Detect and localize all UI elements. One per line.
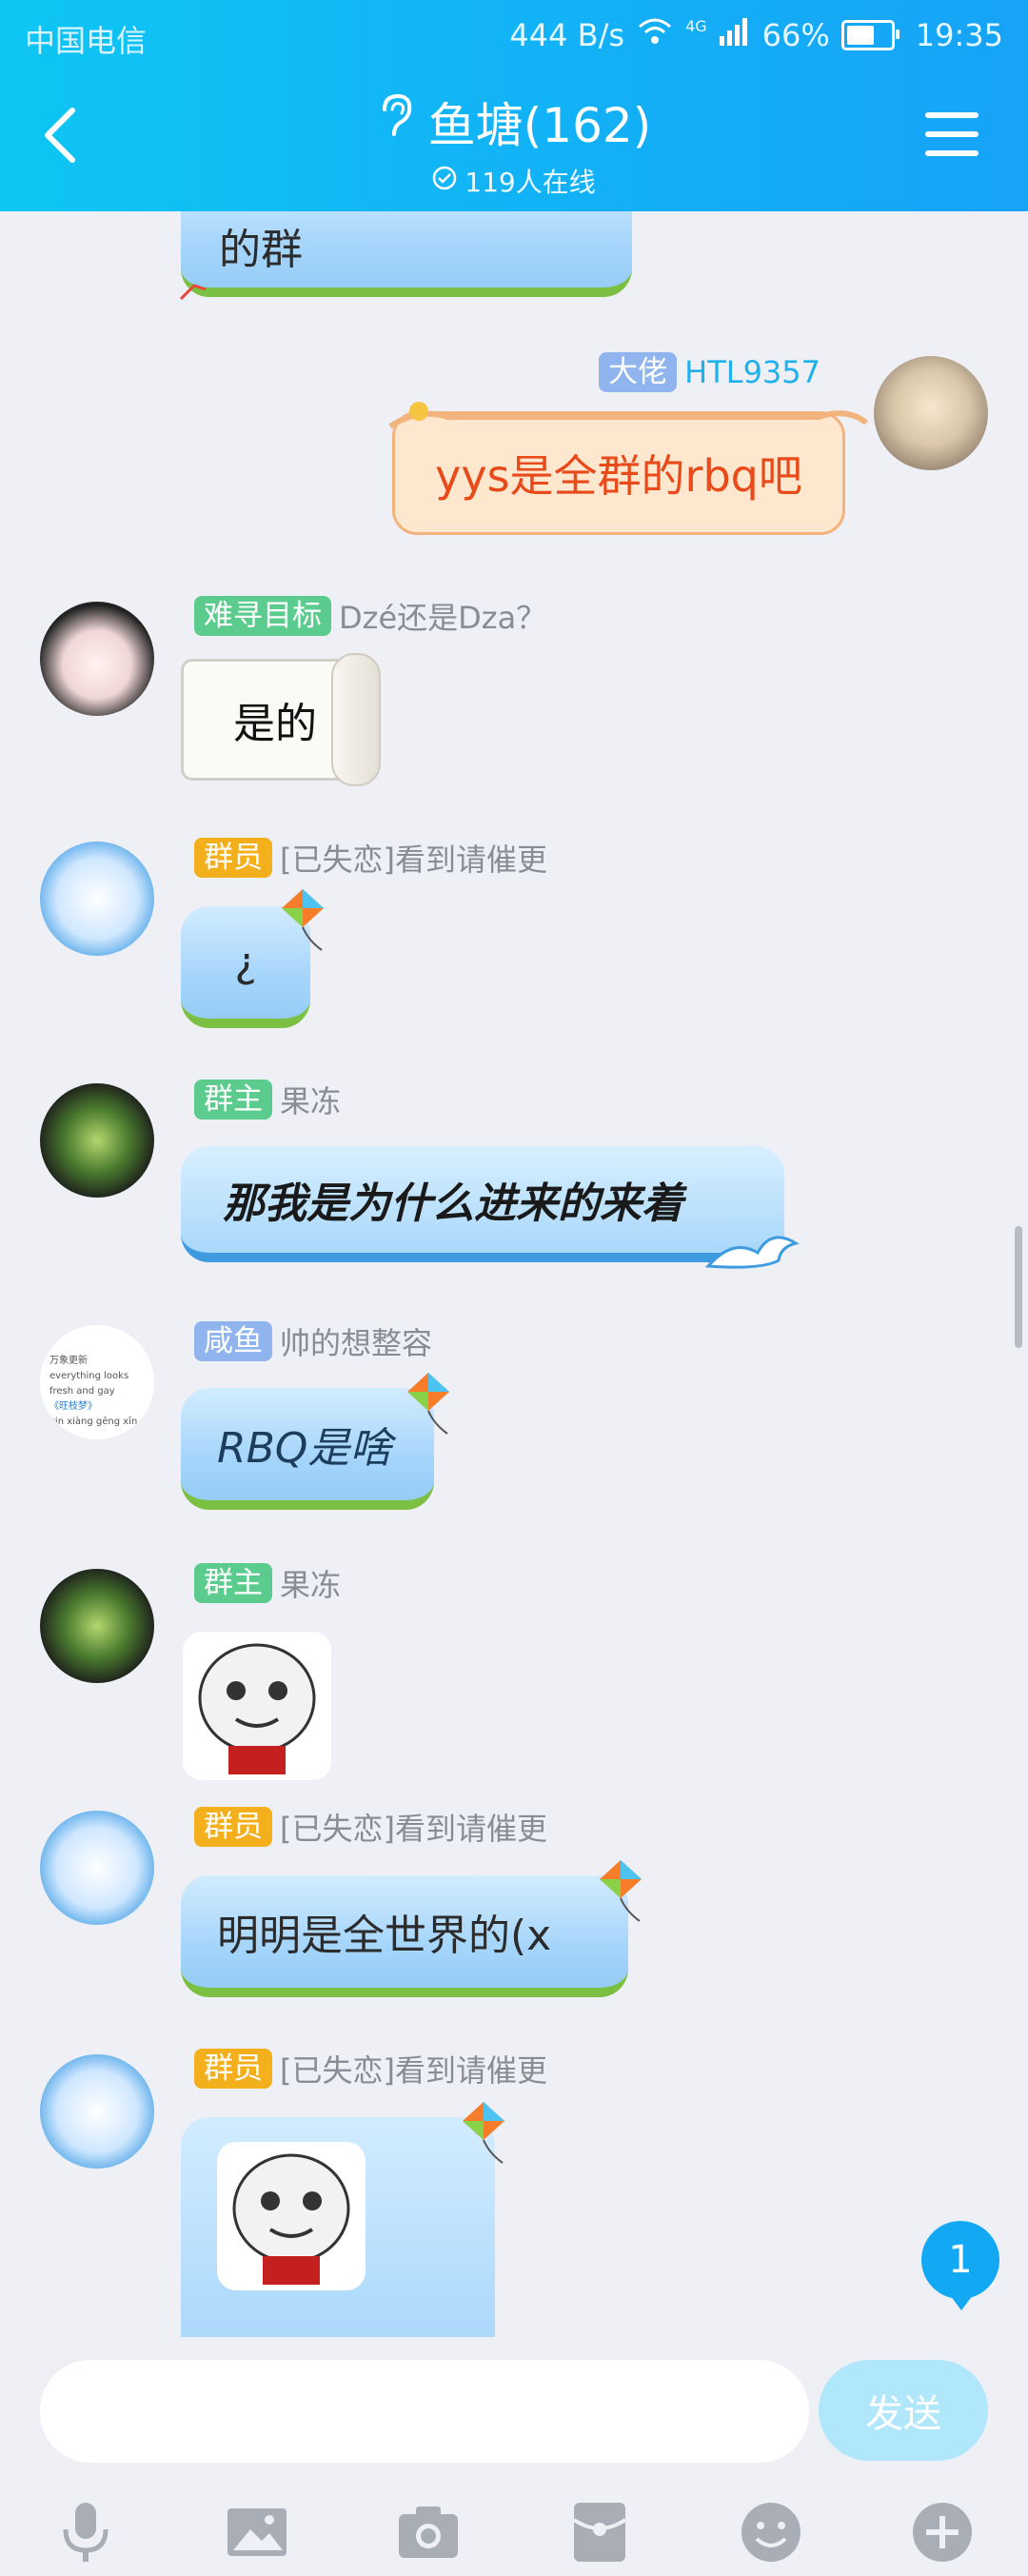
signal-icon <box>719 17 751 53</box>
image-icon[interactable] <box>224 2499 290 2566</box>
message-text: RBQ是啥 <box>217 1424 392 1473</box>
role-tag: 咸鱼 <box>194 1321 272 1361</box>
message-text: ¿ <box>234 938 257 987</box>
sender-name: [已失恋]看到请催更 <box>280 2052 547 2089</box>
avatar[interactable] <box>40 1569 154 1683</box>
online-count: 119人在线 <box>465 167 596 198</box>
kite-icon <box>463 2102 504 2164</box>
sender-info: 群员 [已失恋]看到请催更 <box>194 1805 547 1849</box>
role-tag: 群主 <box>194 1563 272 1603</box>
sender-name: 果冻 <box>280 1567 342 1603</box>
kite-icon <box>407 1373 449 1435</box>
avatar[interactable] <box>40 1083 154 1198</box>
message-bubble[interactable]: 明明是全世界的(x <box>181 1875 628 1997</box>
role-tag: 群员 <box>194 2049 272 2089</box>
message-text: 那我是为什么进来的来着 <box>223 1179 683 1228</box>
battery-percent: 66% <box>761 17 830 53</box>
online-check-icon <box>432 166 457 197</box>
sender-info: 咸鱼 帅的想整容 <box>194 1319 432 1363</box>
avatar[interactable] <box>40 2054 154 2169</box>
sender-info: 群主 果冻 <box>194 1561 341 1605</box>
clock: 19:35 <box>915 17 1003 53</box>
sender-info: 大佬 HTL9357 <box>599 350 820 394</box>
sender-name: 帅的想整容 <box>280 1325 433 1361</box>
ear-icon[interactable] <box>377 92 415 151</box>
avatar-caption: 万象更新 <box>49 1356 88 1366</box>
avatar-caption: 《旺枝梦》 <box>49 1401 97 1412</box>
sender-name: [已失恋]看到请催更 <box>280 1811 547 1847</box>
message-bubble[interactable]: 那我是为什么进来的来着 <box>181 1146 784 1262</box>
kite-icon <box>282 889 324 951</box>
role-tag: 群员 <box>194 1807 272 1847</box>
menu-button[interactable] <box>925 112 979 160</box>
avatar[interactable] <box>874 356 988 470</box>
chat-area[interactable]: 的群 大佬 HTL9357 yys是全群的rbq吧 难寻目标 Dzé还是Dza？… <box>0 211 1028 2337</box>
role-tag: 大佬 <box>599 352 678 392</box>
kite-tail-icon <box>179 284 207 301</box>
new-message-badge[interactable]: 1 <box>921 2221 999 2310</box>
network-type: 4G <box>685 16 707 35</box>
message-input[interactable] <box>40 2360 809 2463</box>
wifi-icon <box>636 17 674 53</box>
message-bubble[interactable] <box>181 2117 495 2337</box>
avatar[interactable] <box>40 602 154 716</box>
title-area: 鱼塘(162) 119人在线 <box>0 88 1028 200</box>
camera-icon[interactable] <box>395 2499 462 2566</box>
role-tag: 群员 <box>194 838 272 878</box>
message-bubble[interactable]: 的群 <box>181 211 632 297</box>
send-button[interactable]: 发送 <box>819 2360 988 2461</box>
plus-icon[interactable] <box>909 2499 976 2566</box>
toolbar <box>0 2480 1028 2575</box>
red-packet-icon[interactable] <box>566 2499 633 2566</box>
message-text: 是的 <box>233 700 317 748</box>
sender-name: [已失恋]看到请催更 <box>280 842 547 878</box>
avatar-caption: everything looks fresh and gay <box>49 1371 129 1397</box>
wave-icon <box>704 1236 800 1269</box>
sender-info: 群员 [已失恋]看到请催更 <box>194 2047 547 2091</box>
sticker-image[interactable] <box>217 2142 366 2290</box>
sender-info: 群员 [已失恋]看到请催更 <box>194 836 547 880</box>
sender-info: 难寻目标 Dzé还是Dza？ <box>194 594 546 638</box>
avatar[interactable] <box>40 1811 154 1925</box>
mic-icon[interactable] <box>52 2499 119 2566</box>
sender-name: 果冻 <box>280 1083 342 1120</box>
role-tag: 难寻目标 <box>194 596 331 636</box>
app-header: 中国电信 444 B/s 4G 66% 19:35 鱼塘(162) 119人在线 <box>0 0 1028 211</box>
avatar[interactable] <box>40 842 154 956</box>
message-text: yys是全群的rbq吧 <box>435 450 802 502</box>
kite-icon <box>600 1860 642 1922</box>
scrollbar[interactable] <box>1015 1226 1022 1348</box>
carrier-label: 中国电信 <box>25 23 148 59</box>
role-tag: 群主 <box>194 1080 272 1120</box>
input-bar: 发送 <box>0 2337 1028 2576</box>
emoji-icon[interactable] <box>738 2499 804 2566</box>
sender-info: 群主 果冻 <box>194 1078 341 1121</box>
message-text: 的群 <box>219 226 303 274</box>
sticker-image[interactable] <box>183 1632 331 1780</box>
network-speed: 444 B/s <box>509 17 625 53</box>
message-text: 明明是全世界的(x <box>217 1912 552 1960</box>
status-bar: 中国电信 444 B/s 4G 66% 19:35 <box>0 13 1028 61</box>
sender-name: Dzé还是Dza？ <box>339 600 547 636</box>
page-title: 鱼塘(162) <box>427 98 652 153</box>
avatar-caption: xin xiàng gēng xīn <box>49 1417 138 1427</box>
message-bubble[interactable]: RBQ是啥 <box>181 1388 434 1510</box>
battery-icon <box>840 20 900 50</box>
sender-name: HTL9357 <box>684 354 820 390</box>
scroll-decoration-icon <box>388 402 868 429</box>
scroll-roll-icon <box>331 653 381 786</box>
avatar[interactable]: 万象更新 everything looks fresh and gay 《旺枝梦… <box>40 1325 154 1439</box>
